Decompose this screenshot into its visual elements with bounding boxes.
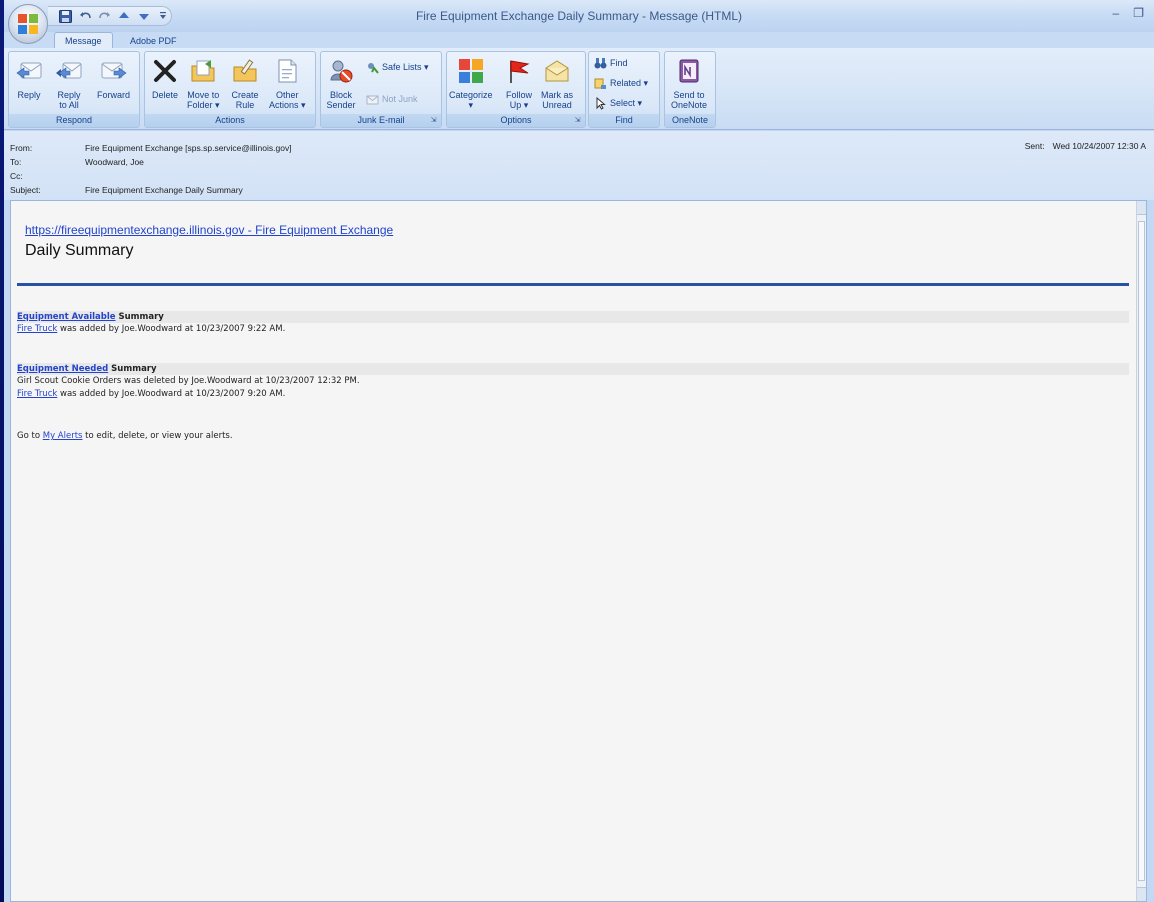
list-item: Girl Scout Cookie Orders was deleted by … — [17, 376, 360, 386]
message-content: https://fireequipmentexchange.illinois.g… — [25, 221, 1137, 260]
scroll-up-arrow-icon[interactable] — [1137, 201, 1146, 215]
delete-button[interactable]: Delete — [149, 54, 181, 100]
minimize-button[interactable]: – — [1113, 6, 1120, 20]
not-junk-icon — [366, 95, 378, 104]
junk-dialog-launcher-icon[interactable]: ⇲ — [429, 116, 438, 125]
block-sender-button[interactable]: Block Sender — [325, 54, 357, 110]
binoculars-icon — [594, 57, 606, 68]
equipment-needed-section: Equipment Needed Summary Girl Scout Cook… — [17, 363, 1129, 401]
from-value[interactable]: Fire Equipment Exchange [sps.sp.service@… — [85, 141, 292, 155]
list-item: Fire Truck was added by Joe.Woodward at … — [17, 389, 286, 399]
onenote-group: Send to OneNote OneNote — [664, 51, 716, 128]
list-item: Fire Truck was added by Joe.Woodward at … — [17, 324, 286, 334]
block-sender-icon — [330, 60, 353, 83]
ribbon: Reply Reply to All Forward Respond Delet… — [4, 48, 1154, 130]
not-junk-button[interactable]: Not Junk — [365, 92, 418, 106]
forward-icon — [101, 62, 127, 79]
related-icon — [594, 78, 606, 89]
reply-icon — [16, 62, 42, 79]
safe-lists-button[interactable]: Safe Lists ▾ — [365, 60, 429, 74]
respond-group: Reply Reply to All Forward Respond — [8, 51, 140, 128]
to-label: To: — [10, 157, 22, 167]
mark-as-unread-icon — [545, 60, 569, 82]
safe-lists-icon — [367, 62, 379, 74]
from-label: From: — [10, 143, 33, 153]
cc-row: Cc: — [4, 169, 1154, 183]
my-alerts-link[interactable]: My Alerts — [43, 431, 83, 441]
find-group-label: Find — [589, 114, 659, 127]
reply-all-icon — [56, 62, 82, 79]
create-rule-icon — [233, 59, 257, 82]
send-to-onenote-button[interactable]: Send to OneNote — [671, 54, 707, 110]
forward-button[interactable]: Forward — [97, 54, 130, 100]
subject-value: Fire Equipment Exchange Daily Summary — [85, 185, 243, 195]
message-body: https://fireequipmentexchange.illinois.g… — [10, 200, 1147, 902]
select-button[interactable]: Select ▾ — [593, 96, 642, 110]
mark-as-unread-button[interactable]: Mark as Unread — [541, 54, 573, 110]
categorize-button[interactable]: Categorize ▾ — [449, 54, 493, 110]
equipment-needed-heading: Equipment Needed Summary — [17, 363, 1129, 375]
subject-label: Subject: — [10, 185, 41, 195]
title-bar: Fire Equipment Exchange Daily Summary - … — [4, 0, 1154, 32]
cc-label: Cc: — [10, 171, 23, 181]
onenote-group-label: OneNote — [665, 114, 715, 127]
onenote-icon — [679, 59, 699, 83]
subject-row: Subject: Fire Equipment Exchange Daily S… — [4, 183, 1154, 197]
equipment-available-link[interactable]: Equipment Available — [17, 312, 116, 322]
to-row: To: Woodward, Joe — [4, 155, 1154, 169]
select-cursor-icon — [596, 96, 606, 110]
from-row: From: Fire Equipment Exchange [sps.sp.se… — [4, 141, 1154, 155]
office-button[interactable] — [8, 4, 48, 44]
delete-icon — [154, 60, 176, 82]
find-button[interactable]: Find — [593, 56, 628, 70]
fire-truck-link[interactable]: Fire Truck — [17, 389, 57, 399]
tab-adobe-pdf[interactable]: Adobe PDF — [120, 32, 187, 49]
options-group: Categorize ▾ Follow Up ▾ Mark as Unread … — [446, 51, 586, 128]
related-button[interactable]: Related ▾ — [593, 76, 648, 90]
equipment-available-heading: Equipment Available Summary — [17, 311, 1129, 323]
fire-truck-link[interactable]: Fire Truck — [17, 324, 57, 334]
other-actions-icon — [278, 59, 297, 83]
reply-all-button[interactable]: Reply to All — [53, 54, 85, 110]
actions-group: Delete Move to Folder ▾ Create Rule Othe… — [144, 51, 316, 128]
options-dialog-launcher-icon[interactable]: ⇲ — [573, 116, 582, 125]
divider — [17, 283, 1129, 286]
to-value[interactable]: Woodward, Joe — [85, 155, 144, 169]
vertical-scrollbar[interactable] — [1136, 201, 1146, 901]
ribbon-tabs: Message Adobe PDF — [4, 32, 1154, 49]
junk-email-group: Block Sender Safe Lists ▾ Not Junk Junk … — [320, 51, 442, 128]
tab-message[interactable]: Message — [54, 32, 113, 49]
message-header: From: Fire Equipment Exchange [sps.sp.se… — [4, 131, 1154, 200]
find-group: Find Related ▾ Select ▾ Find — [588, 51, 660, 128]
create-rule-button[interactable]: Create Rule — [229, 54, 261, 110]
junk-email-group-label: Junk E-mail — [321, 114, 441, 127]
sent-label: Sent: — [1024, 141, 1045, 151]
window-title: Fire Equipment Exchange Daily Summary - … — [415, 9, 743, 23]
scroll-down-arrow-icon[interactable] — [1137, 887, 1146, 901]
reply-button[interactable]: Reply — [13, 54, 45, 100]
follow-up-button[interactable]: Follow Up ▾ — [503, 54, 535, 110]
move-to-folder-icon — [191, 60, 215, 82]
window-controls: – ❐ — [1113, 6, 1144, 20]
options-group-label: Options — [447, 114, 585, 127]
move-to-folder-button[interactable]: Move to Folder ▾ — [187, 54, 220, 110]
follow-up-flag-icon — [510, 60, 530, 83]
actions-group-label: Actions — [145, 114, 315, 127]
equipment-available-section: Equipment Available Summary Fire Truck w… — [17, 311, 1129, 336]
equipment-needed-link[interactable]: Equipment Needed — [17, 364, 108, 374]
outlook-message-window: Fire Equipment Exchange Daily Summary - … — [4, 0, 1154, 902]
categorize-icon — [458, 59, 483, 83]
site-link[interactable]: https://fireequipmentexchange.illinois.g… — [25, 223, 393, 237]
scroll-thumb[interactable] — [1138, 221, 1145, 881]
alerts-note: Go to My Alerts to edit, delete, or view… — [17, 431, 233, 441]
respond-group-label: Respond — [9, 114, 139, 127]
restore-button[interactable]: ❐ — [1133, 6, 1144, 20]
sent-field: Sent: Wed 10/24/2007 12:30 A — [1025, 141, 1146, 151]
other-actions-button[interactable]: Other Actions ▾ — [269, 54, 306, 110]
sent-value: Wed 10/24/2007 12:30 A — [1052, 141, 1146, 151]
daily-summary-title: Daily Summary — [25, 242, 134, 259]
office-logo-icon — [18, 14, 38, 34]
